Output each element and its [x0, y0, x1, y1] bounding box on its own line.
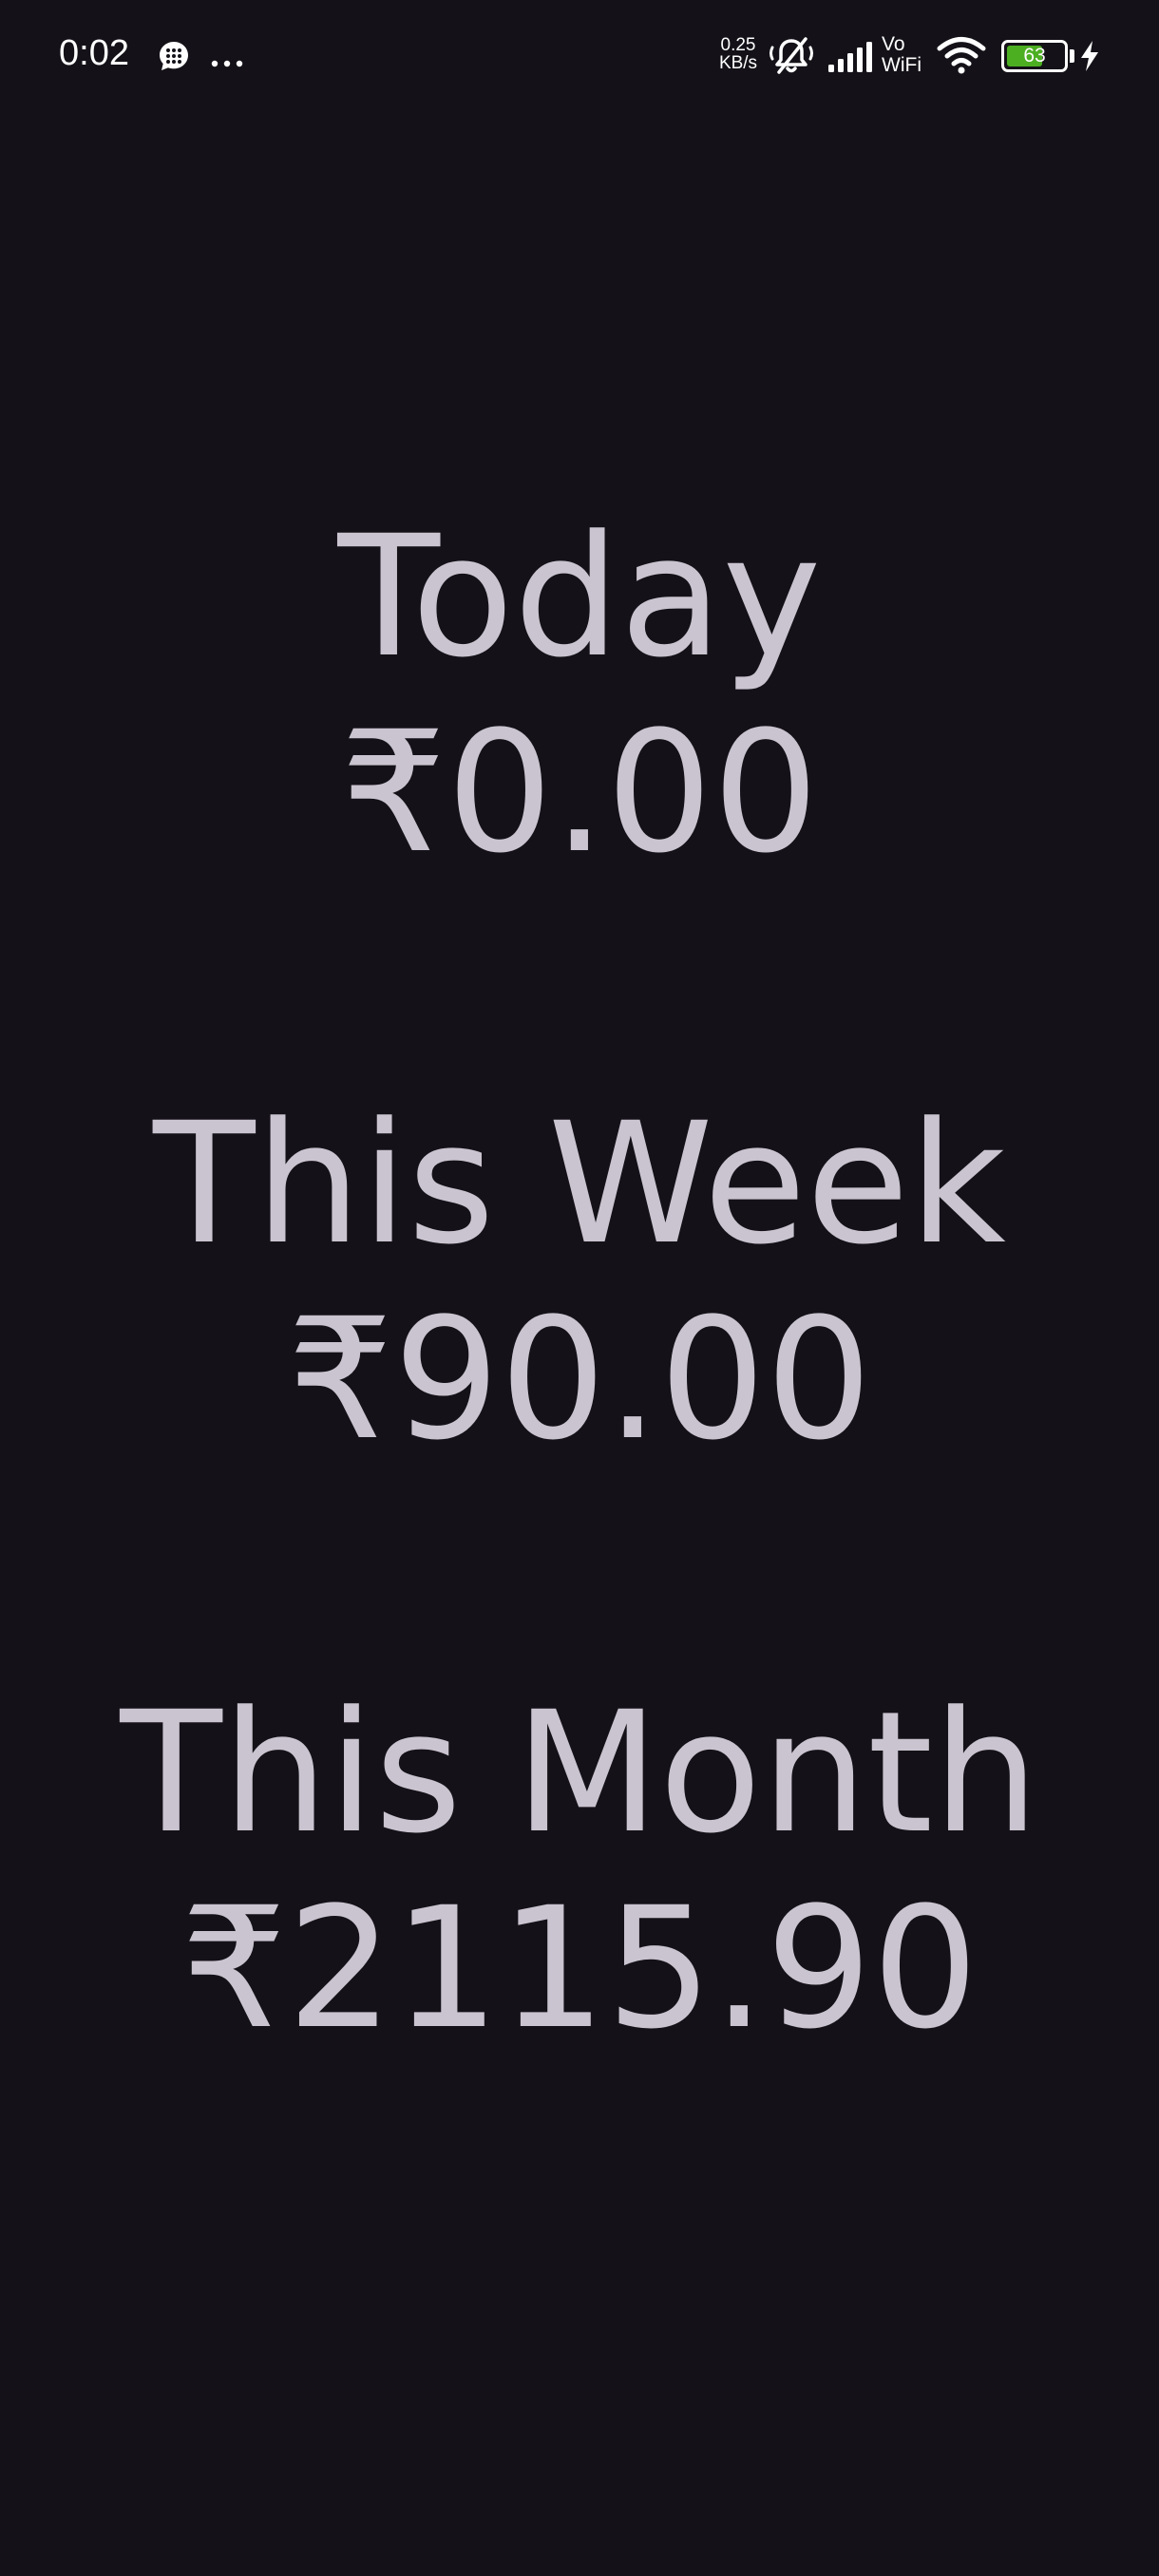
signal-icon: [828, 40, 874, 76]
week-summary: This Week ₹90.00: [0, 1087, 1159, 1478]
status-clock: 0:02: [59, 33, 129, 73]
network-speed-value: 0.25: [720, 35, 756, 55]
month-amount: ₹2115.90: [180, 1871, 978, 2066]
vowifi-indicator: Vo WiFi: [882, 34, 922, 76]
more-icon: [211, 53, 243, 71]
mute-icon: [768, 36, 815, 80]
network-speed-unit: KB/s: [718, 53, 758, 73]
charging-icon: [1079, 40, 1100, 76]
battery-level: 63: [1023, 45, 1046, 66]
vowifi-line1: Vo: [882, 33, 905, 55]
week-label: This Week: [153, 1087, 1006, 1281]
today-summary: Today ₹0.00: [0, 500, 1159, 891]
message-icon: [158, 40, 190, 76]
status-bar: 0:02 0.25 KB/s Vo WiFi 63: [0, 0, 1159, 114]
today-label: Today: [337, 500, 822, 694]
today-amount: ₹0.00: [340, 695, 819, 890]
battery-indicator: 63: [1001, 40, 1068, 72]
wifi-icon: [937, 36, 986, 78]
network-speed: 0.25 KB/s: [714, 36, 762, 72]
vowifi-line2: WiFi: [882, 54, 922, 76]
week-amount: ₹90.00: [287, 1282, 872, 1477]
battery-cap: [1070, 49, 1074, 63]
month-label: This Month: [120, 1676, 1039, 1870]
month-summary: This Month ₹2115.90: [0, 1676, 1159, 2067]
